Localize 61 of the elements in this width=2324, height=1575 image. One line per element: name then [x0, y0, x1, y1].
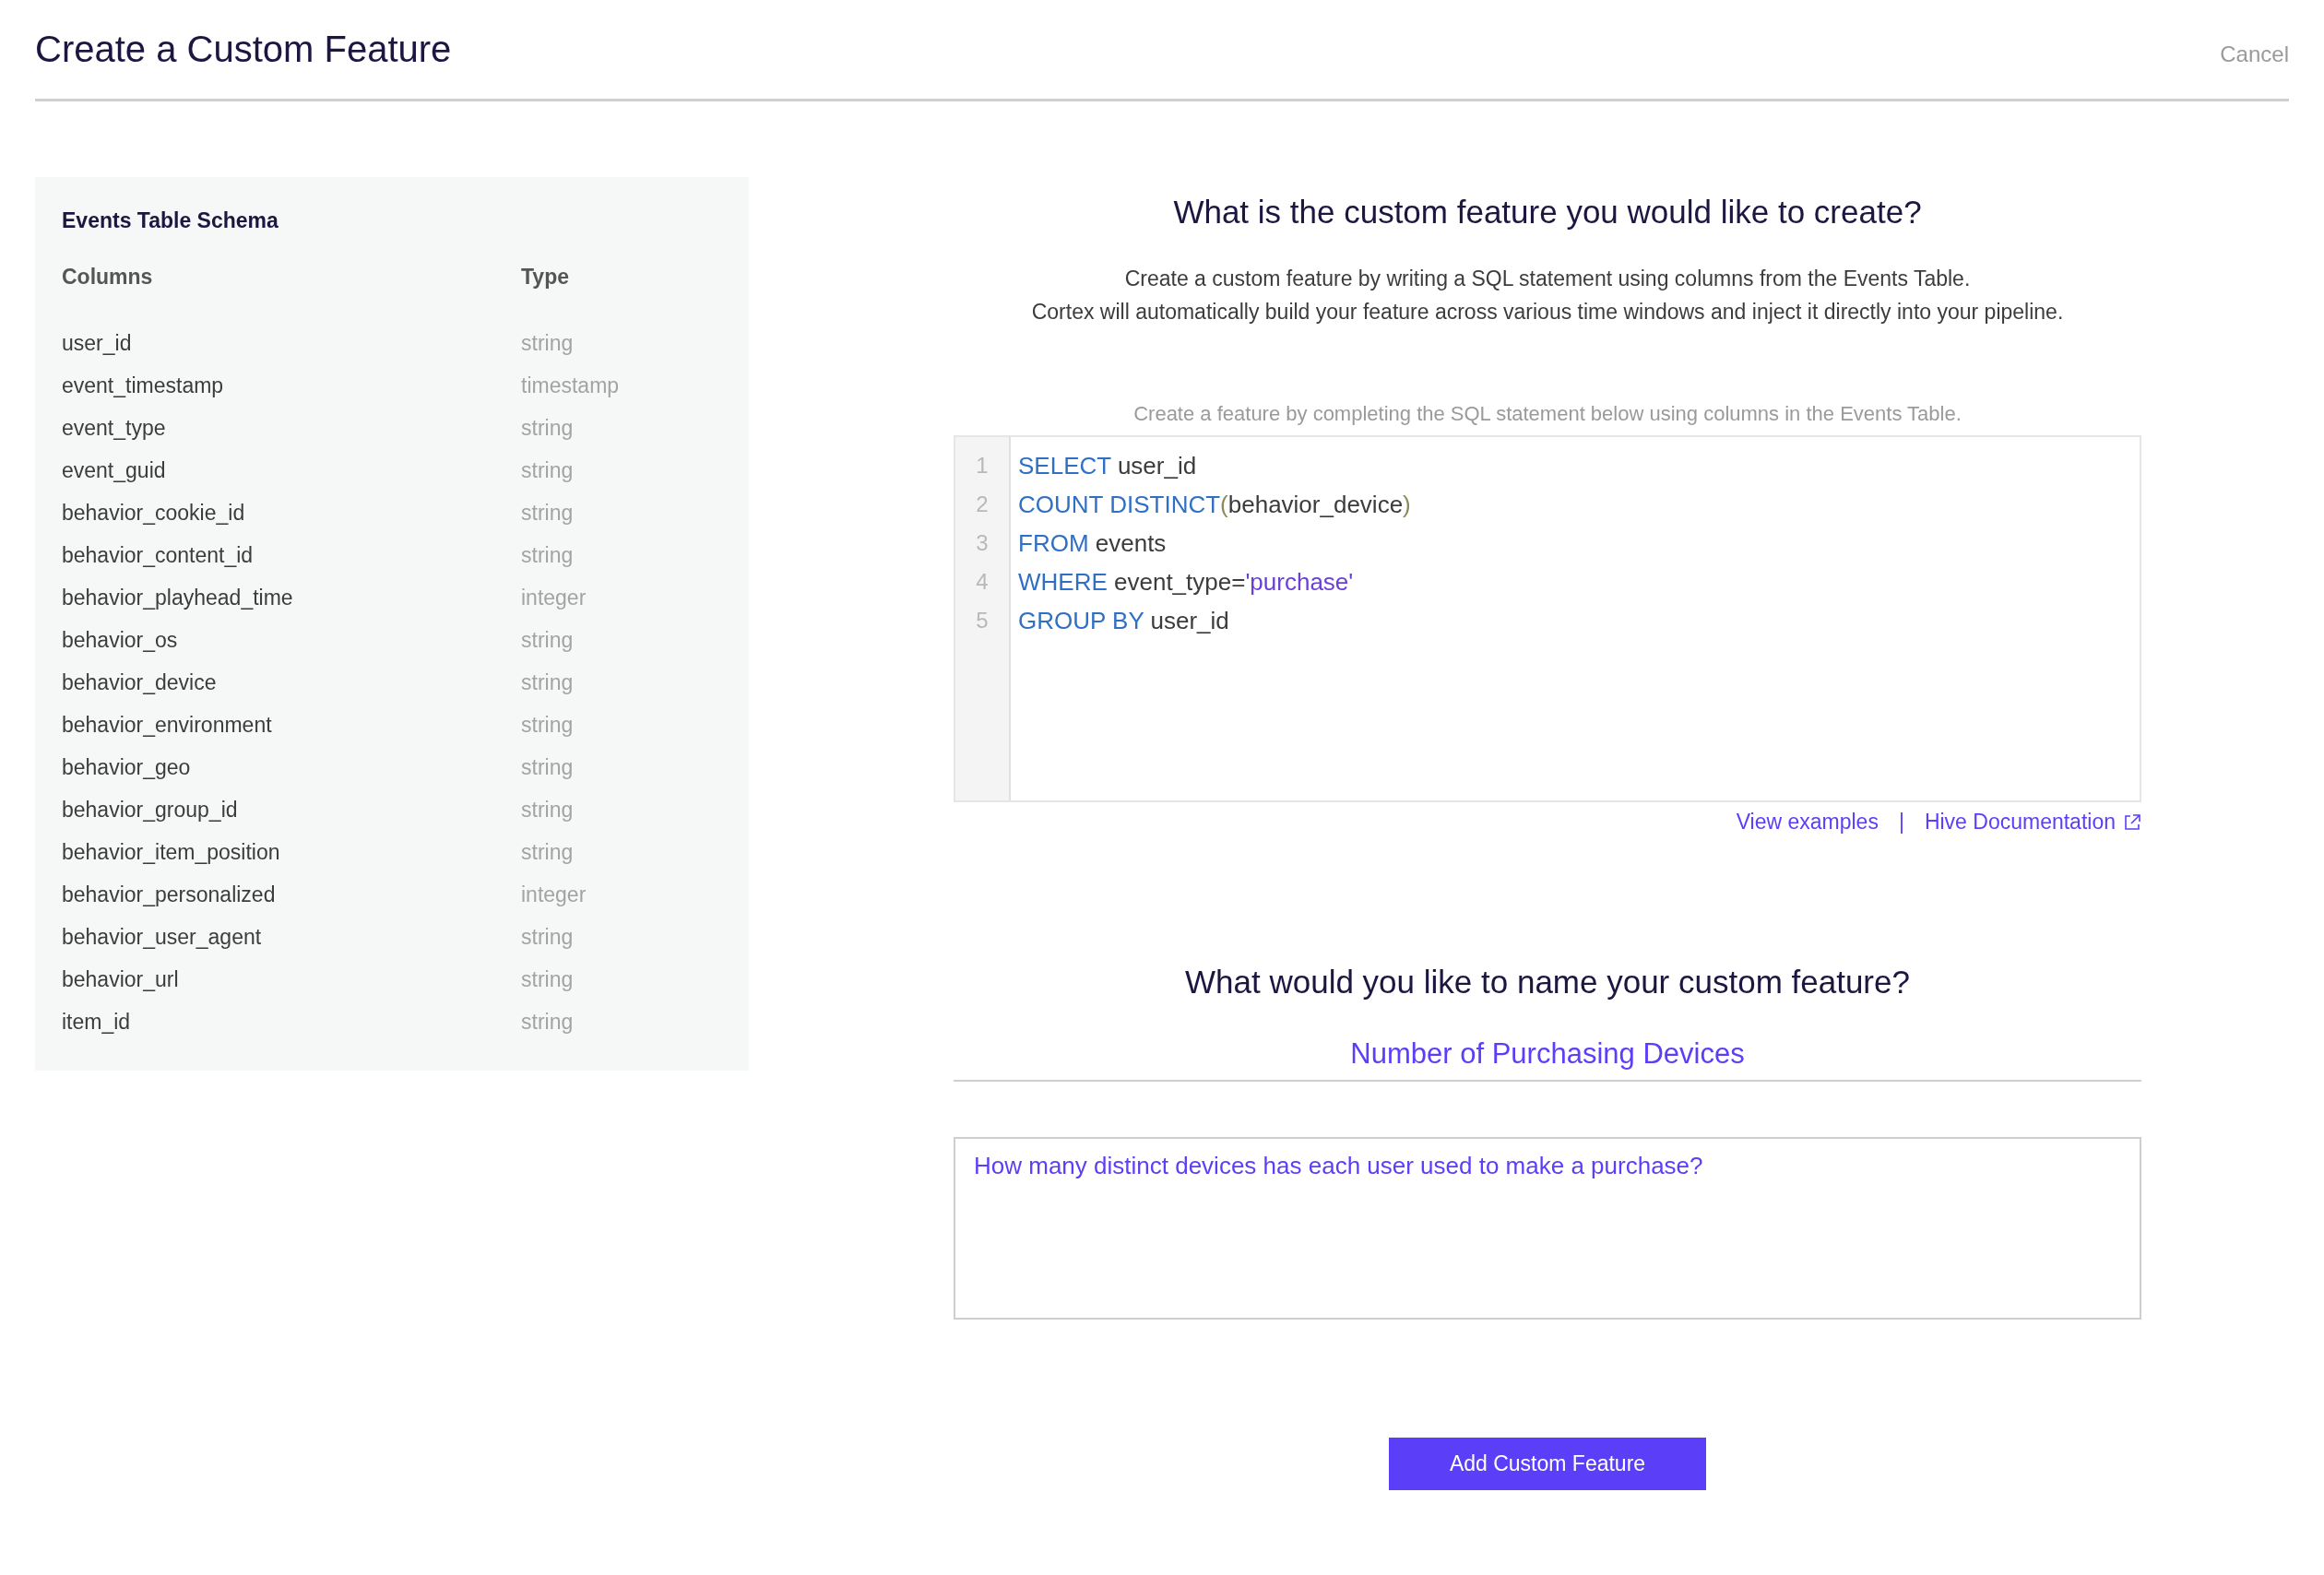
column-type: string	[521, 542, 575, 569]
line-number: 2	[975, 491, 990, 518]
column-type: string	[521, 797, 575, 823]
code-line: FROM events	[1018, 528, 1168, 559]
column-name: event_timestamp	[62, 373, 225, 399]
section-heading: What is the custom feature you would like to create?	[1173, 194, 1922, 231]
external-link-icon	[2123, 812, 2141, 832]
column-header: Type	[521, 265, 570, 290]
column-type: string	[521, 500, 575, 527]
page-title: Create a Custom Feature	[35, 29, 452, 70]
column-type: timestamp	[521, 373, 621, 399]
description-text: Create a custom feature by writing a SQL statement using columns from the Events Table.	[1124, 266, 1971, 292]
line-number: 3	[975, 529, 990, 557]
column-name: event_guid	[62, 457, 167, 484]
column-type: string	[521, 457, 575, 484]
column-type: string	[521, 415, 575, 442]
column-name: behavior_device	[62, 669, 218, 696]
column-name: behavior_url	[62, 966, 180, 993]
add-custom-feature-button[interactable]: Add Custom Feature	[1389, 1438, 1706, 1490]
column-name: behavior_user_agent	[62, 924, 263, 951]
column-name: behavior_personalized	[62, 882, 277, 908]
column-name: behavior_item_position	[62, 839, 281, 866]
name-field[interactable]: Number of Purchasing Devices	[954, 1037, 2141, 1082]
column-type: string	[521, 966, 575, 993]
hint-text: Create a feature by completing the SQL statement below using columns in the Events Table.	[1133, 402, 1962, 426]
column-type: string	[521, 839, 575, 866]
schema-title: Events Table Schema	[62, 208, 279, 233]
code-line: COUNT DISTINCT(behavior_device)	[1018, 490, 1411, 520]
link-separator: |	[1898, 810, 1904, 835]
column-type: string	[521, 712, 575, 739]
code-line: GROUP BY user_id	[1018, 606, 1230, 636]
line-number: 4	[975, 568, 990, 596]
code-editor[interactable]: 1 2 3 4 5 SELECT user_id COUNT DISTINCT(behavior_device) FROM events WHERE event_type='purchase' GROUP BY user_id	[954, 435, 2141, 802]
column-name: item_id	[62, 1009, 132, 1036]
column-header: Columns	[62, 265, 154, 290]
code-line: SELECT user_id	[1018, 451, 1198, 481]
column-type: string	[521, 924, 575, 951]
column-name: behavior_cookie_id	[62, 500, 246, 527]
column-type: integer	[521, 882, 587, 908]
column-type: string	[521, 330, 575, 357]
column-type: integer	[521, 585, 587, 611]
column-name: behavior_group_id	[62, 797, 239, 823]
line-number: 1	[975, 452, 990, 480]
line-number: 5	[975, 607, 990, 634]
column-name: behavior_playhead_time	[62, 585, 294, 611]
docs-link[interactable]: Hive Documentation	[1924, 810, 2141, 835]
column-name: behavior_content_id	[62, 542, 255, 569]
column-name: event_type	[62, 415, 167, 442]
description-field[interactable]: How many distinct devices has each user used to make a purchase?	[954, 1137, 2141, 1320]
column-type: string	[521, 1009, 575, 1036]
description-text: Cortex will automatically build your feature across various time windows and inject it directly into your pipeline.	[1031, 299, 2064, 326]
section-heading: What would you like to name your custom feature?	[1185, 964, 1910, 1001]
column-type: string	[521, 669, 575, 696]
column-type: string	[521, 627, 575, 654]
view-examples-link[interactable]: View examples	[1736, 810, 1879, 835]
code-line: WHERE event_type='purchase'	[1018, 567, 1355, 598]
column-name: behavior_environment	[62, 712, 273, 739]
column-name: user_id	[62, 330, 133, 357]
column-type: string	[521, 754, 575, 781]
column-name: behavior_os	[62, 627, 179, 654]
column-name: behavior_geo	[62, 754, 192, 781]
